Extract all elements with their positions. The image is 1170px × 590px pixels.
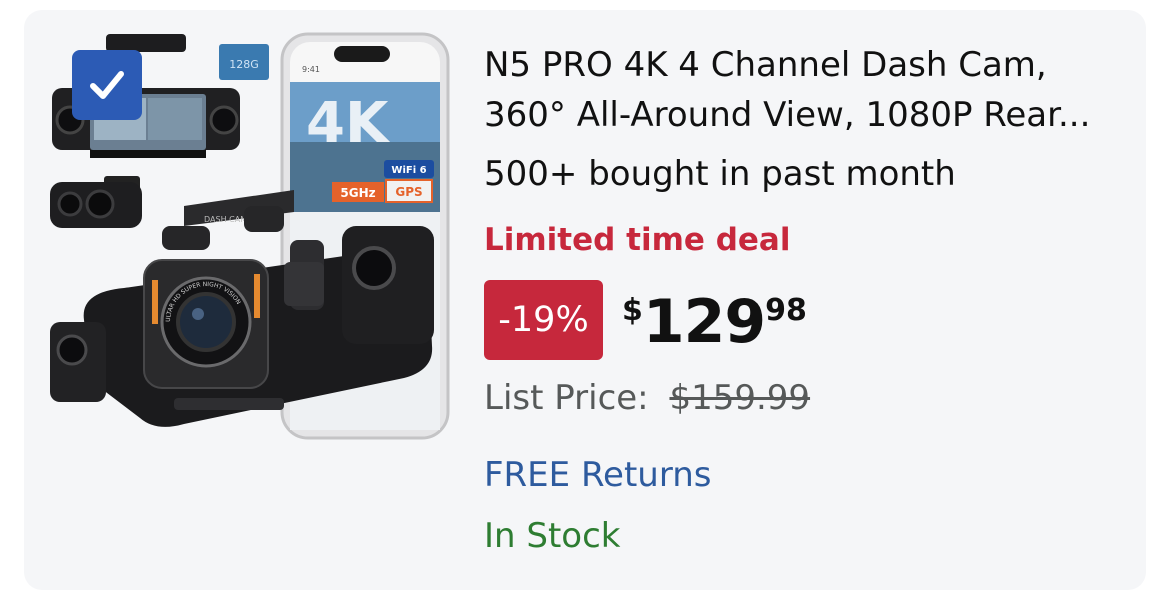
product-info: N5 PRO 4K 4 Channel Dash Cam, 360° All-A… <box>484 40 1134 140</box>
rear-camera-image <box>50 176 142 228</box>
price-symbol: $ <box>622 293 643 328</box>
price-whole: 129 <box>642 287 766 357</box>
free-returns-link[interactable]: FREE Returns <box>484 455 712 495</box>
price: $12998 <box>622 287 807 357</box>
product-title-line2[interactable]: 360° All-Around View, 1080P Rear... <box>484 95 1090 135</box>
svg-text:128G: 128G <box>229 58 259 71</box>
sd-card-image: 128G <box>219 44 269 80</box>
svg-text:WiFi 6: WiFi 6 <box>391 165 426 176</box>
deal-badge: Limited time deal <box>484 222 791 258</box>
product-title[interactable]: N5 PRO 4K 4 Channel Dash Cam, 360° All-A… <box>484 40 1134 140</box>
svg-text:GPS: GPS <box>395 185 422 199</box>
svg-text:4K: 4K <box>306 91 391 156</box>
list-price: List Price: $159.99 <box>484 378 810 418</box>
product-title-line1[interactable]: N5 PRO 4K 4 Channel Dash Cam, <box>484 45 1047 85</box>
checkmark-icon <box>90 71 124 99</box>
list-price-value: $159.99 <box>669 378 811 418</box>
svg-text:9:41: 9:41 <box>302 65 320 74</box>
stock-status: In Stock <box>484 516 621 556</box>
discount-badge: -19% <box>484 280 603 360</box>
svg-text:5GHz: 5GHz <box>340 186 375 200</box>
bought-count: 500+ bought in past month <box>484 154 956 194</box>
list-price-label: List Price: <box>484 378 649 418</box>
price-fraction: 98 <box>765 293 807 328</box>
select-checkbox[interactable] <box>72 50 142 120</box>
